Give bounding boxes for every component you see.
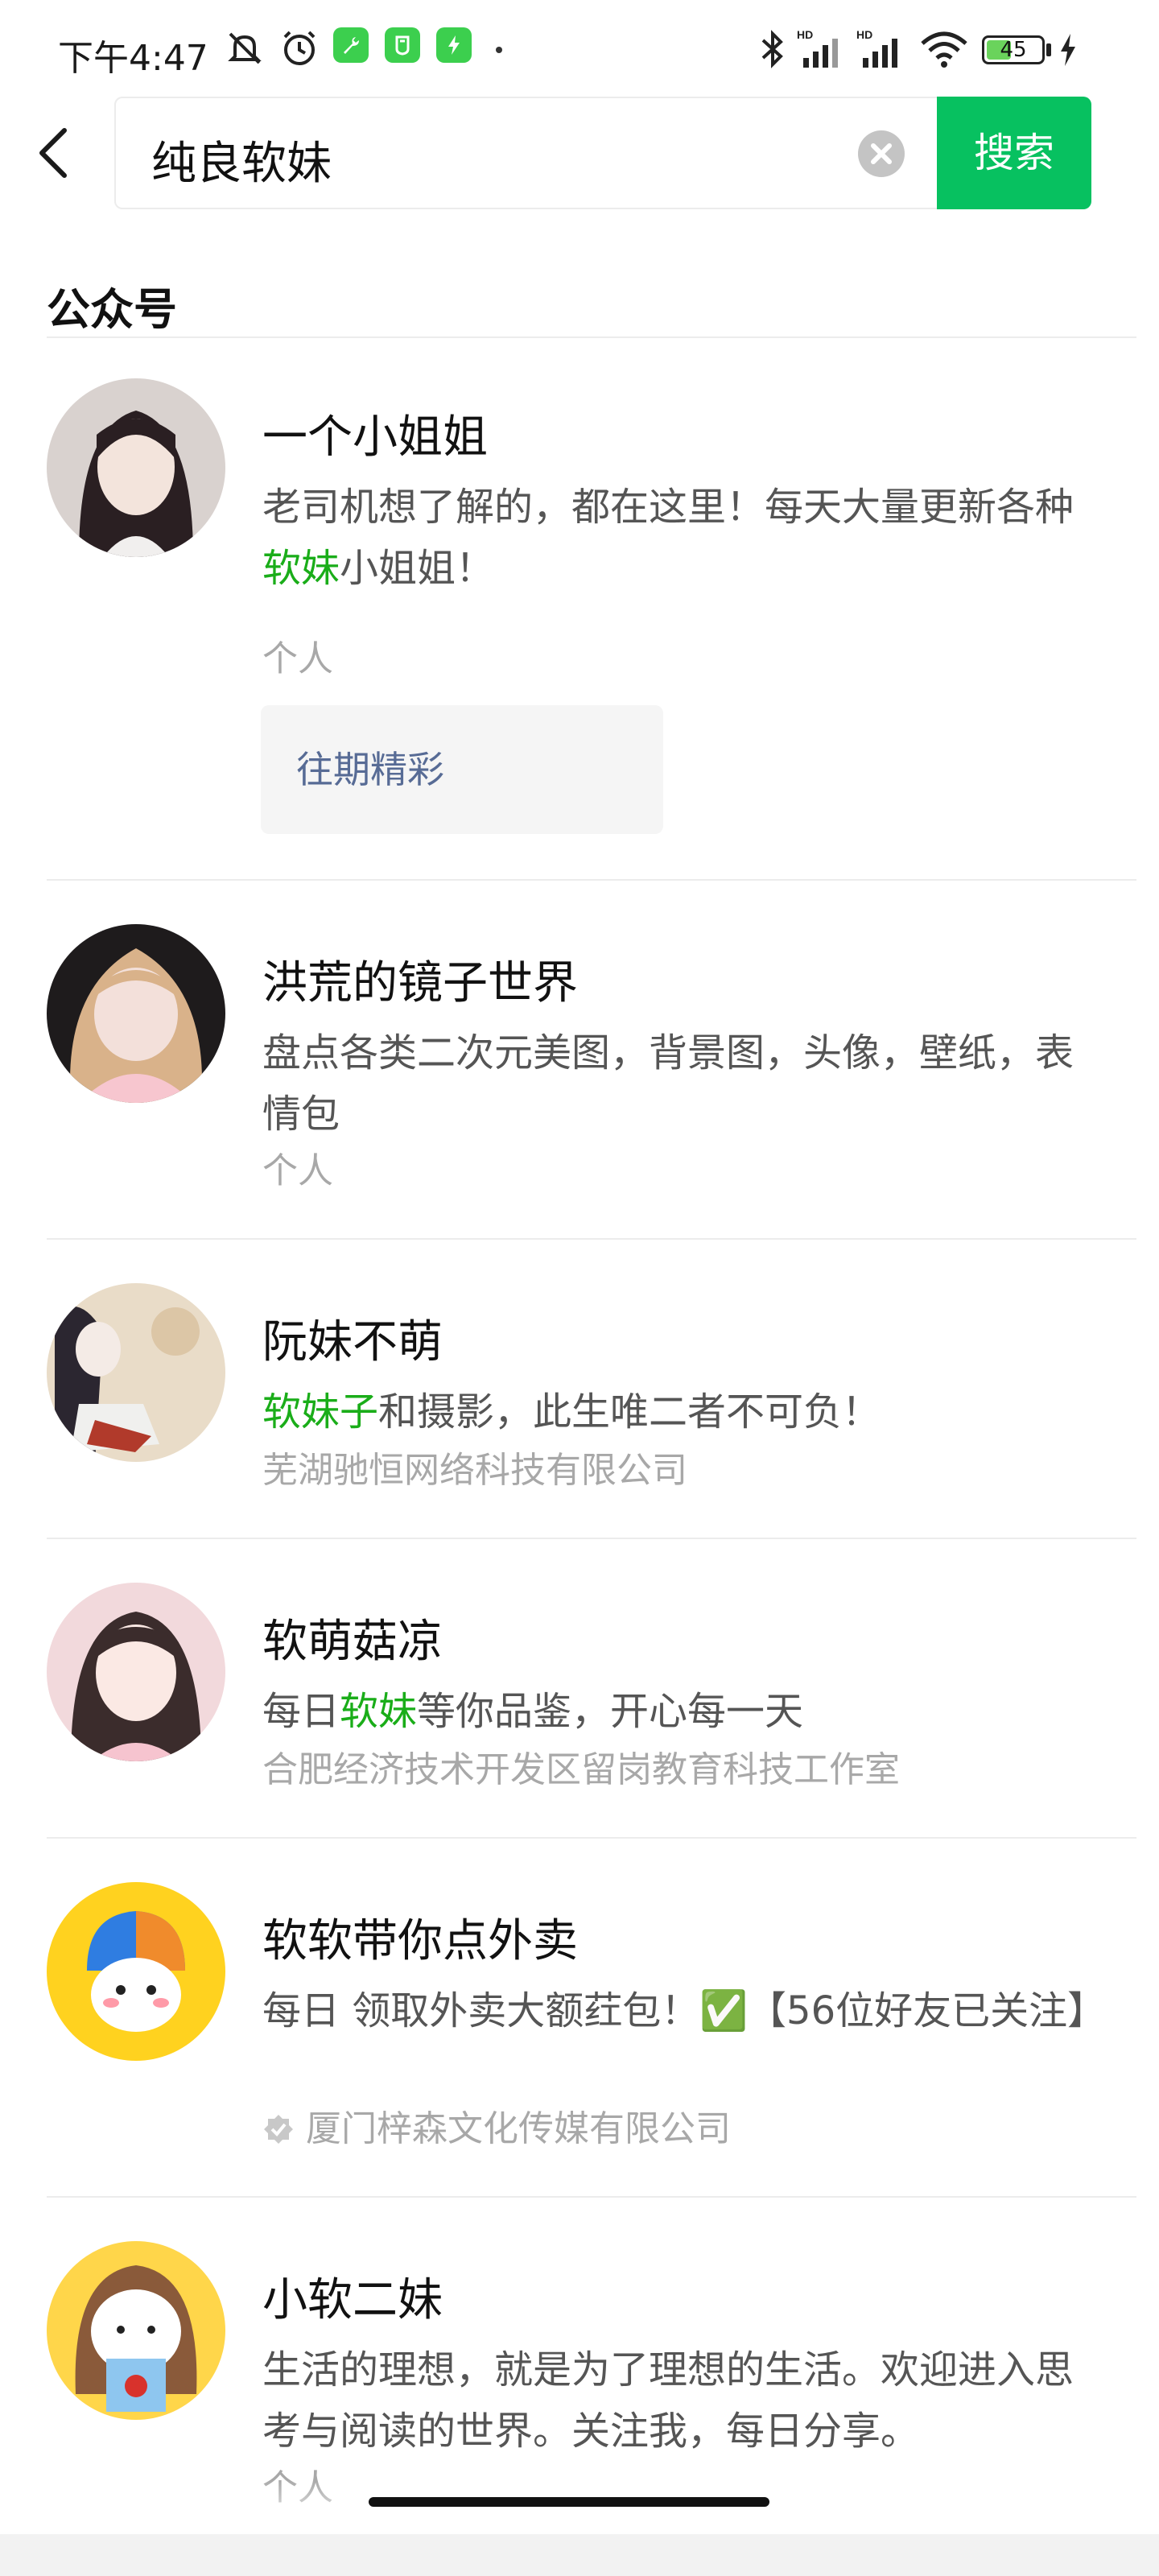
status-time: 下午4:47 [58,38,208,79]
search-input[interactable]: 纯良软妹 [114,97,938,209]
account-owner: 个人 [262,1150,333,1191]
screen: 下午4:47 HD HD 45 纯良软妹 搜索 公众号 一个小姐姐 老司机想了解… [0,0,1159,2576]
avatar [47,924,225,1103]
account-name[interactable]: 洪荒的镜子世界 [262,947,578,1012]
account-description: 软妹子和摄影，此生唯二者不可负！ [262,1381,1107,1443]
account-description: 盘点各类二次元美图，背景图，头像，壁纸，表情包 [262,1022,1107,1145]
divider [47,1837,1136,1839]
svg-text:HD: HD [856,28,872,41]
desc-text: 等你品鉴，开心每一天 [417,1689,804,1734]
search-query[interactable]: 纯良软妹 [151,127,332,192]
divider [47,1238,1136,1240]
status-bar: 下午4:47 HD HD 45 [0,0,1159,89]
battery-cap [1046,43,1051,56]
avatar [47,1882,225,2061]
desc-text: 和摄影，此生唯二者不可负！ [378,1389,881,1435]
past-articles-button[interactable]: 往期精彩 [261,705,663,834]
mute-icon [228,32,262,64]
divider [47,2196,1136,2198]
result-item[interactable]: 洪荒的镜子世界 盘点各类二次元美图，背景图，头像，壁纸，表情包 个人 [0,924,1159,1214]
account-owner: 厦门梓森文化传媒有限公司 [262,2099,731,2151]
section-title: 公众号 [47,284,177,335]
avatar [47,1583,225,1761]
account-description: 每日软妹等你品鉴，开心每一天 [262,1681,1107,1742]
home-indicator[interactable] [369,2497,769,2507]
avatar [47,1283,225,1462]
desc-text: 小姐姐！ [340,546,495,591]
account-name[interactable]: 阮妹不萌 [262,1306,443,1371]
back-button[interactable] [32,121,80,185]
account-name[interactable]: 一个小姐姐 [262,401,488,466]
result-item[interactable]: 一个小姐姐 老司机想了解的，都在这里！每天大量更新各种软妹小姐姐！ 个人 往期精… [0,378,1159,834]
desc-highlight: 软妹 [340,1689,418,1734]
desc-text: 盘点各类二次元美图，背景图，头像，壁纸，表情包 [262,1030,1074,1137]
alarm-icon [283,31,316,65]
result-item[interactable]: 阮妹不萌 软妹子和摄影，此生唯二者不可负！ 芜湖驰恒网络科技有限公司 [0,1283,1159,1525]
battery-icon: 45 [982,35,1045,64]
account-owner: 芜湖驰恒网络科技有限公司 [262,1450,687,1491]
bluetooth-icon [761,30,783,68]
desc-text: 生活的理想，就是为了理想的生活。欢迎进入思考与阅读的世界。关注我，每日分享。 [262,2347,1074,2454]
avatar [47,2241,225,2420]
avatar [47,378,225,557]
dot-icon [496,47,502,53]
wrench-app-icon [333,27,369,63]
desc-text: 每日 领取外卖大额荭包！✅【56位好友已关注】 [262,1988,1107,2033]
charging-icon [1061,34,1075,66]
divider [47,336,1136,338]
bolt-app-icon [436,27,472,63]
desc-text: 每日 [262,1689,340,1734]
account-description: 生活的理想，就是为了理想的生活。欢迎进入思考与阅读的世界。关注我，每日分享。 [262,2339,1107,2462]
account-owner: 个人 [262,638,333,679]
shield-app-icon [385,27,420,63]
verified-icon [264,2115,293,2144]
account-owner: 合肥经济技术开发区留岗教育科技工作室 [262,1749,900,1790]
account-name[interactable]: 小软二妹 [262,2264,443,2329]
bottom-fade [0,2479,1159,2536]
close-icon [871,143,892,164]
divider [47,879,1136,881]
signal-hd-icon: HD [856,28,897,68]
signal-hd-icon: HD [797,28,838,68]
wifi-icon [921,31,967,68]
clear-search-button[interactable] [858,130,905,177]
navigation-bar [0,2534,1159,2576]
search-button[interactable]: 搜索 [937,97,1091,209]
battery-level-text: 45 [1000,38,1027,62]
result-item[interactable]: 软萌菇凉 每日软妹等你品鉴，开心每一天 合肥经济技术开发区留岗教育科技工作室 [0,1583,1159,1824]
desc-highlight: 软妹子 [262,1389,379,1435]
account-name[interactable]: 软萌菇凉 [262,1605,443,1670]
account-owner-text: 厦门梓森文化传媒有限公司 [306,2108,731,2149]
desc-text: 老司机想了解的，都在这里！每天大量更新各种 [262,485,1074,530]
chevron-left-icon [39,128,67,178]
account-description: 每日 领取外卖大额荭包！✅【56位好友已关注】 [262,1980,1107,2041]
divider [47,1538,1136,1539]
desc-highlight: 软妹 [262,546,340,591]
account-name[interactable]: 软软带你点外卖 [262,1905,578,1970]
account-description: 老司机想了解的，都在这里！每天大量更新各种软妹小姐姐！ [262,477,1107,599]
result-item[interactable]: 软软带你点外卖 每日 领取外卖大额荭包！✅【56位好友已关注】 厦门梓森文化传媒… [0,1882,1159,2172]
svg-text:HD: HD [797,28,813,41]
